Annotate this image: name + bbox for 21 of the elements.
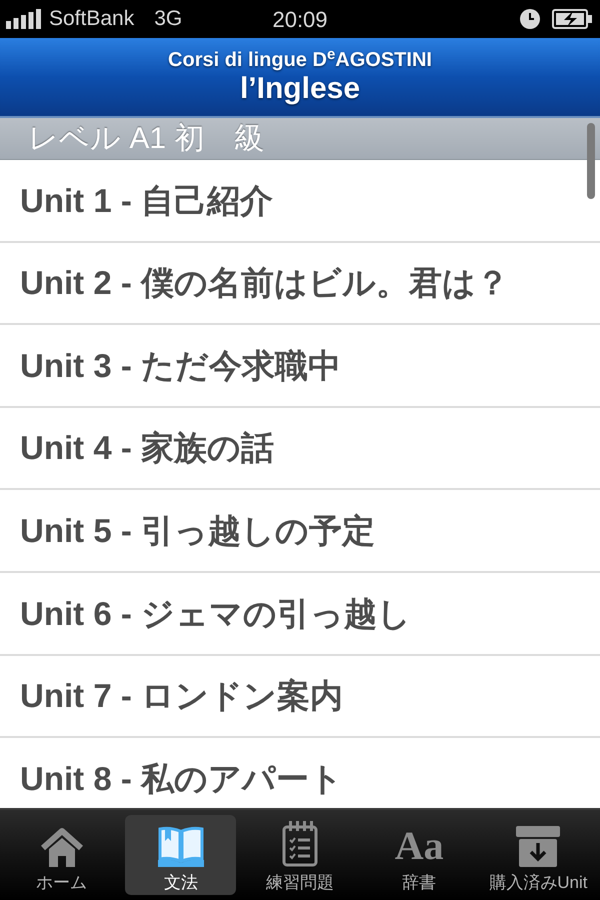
tab-bar-item[interactable]: 購入済みUnit — [482, 815, 594, 895]
status-time: 20:09 — [272, 6, 328, 34]
signal-bars-icon — [6, 9, 44, 29]
network-type: 3G — [154, 6, 182, 32]
tab-bar-item[interactable]: 練習問題 — [244, 815, 356, 895]
tab-bar-item[interactable]: 文法 — [125, 815, 236, 895]
unit-list-item[interactable]: Unit 4 - 家族の話 — [0, 408, 600, 490]
unit-list-item[interactable]: Unit 7 - ロンドン案内 — [0, 656, 600, 738]
unit-list-item[interactable]: Unit 6 - ジェマの引っ越し — [0, 572, 600, 656]
app-title: l’Inglese — [240, 72, 360, 106]
unit-list-item[interactable]: Unit 5 - 引っ越しの予定 — [0, 490, 600, 573]
brand-line: Corsi di lingue D$^{e}$AGOSTINI — [168, 48, 432, 72]
clock-icon — [520, 9, 540, 29]
carrier-name: SoftBank — [49, 6, 134, 32]
battery-charging-icon — [552, 9, 592, 29]
letters-icon: Aa — [394, 825, 444, 867]
section-title: レベル A1 初 級 — [28, 122, 264, 156]
unit-list-item[interactable]: Unit 2 - 僕の名前はビル。君は？ — [0, 242, 600, 326]
tab-bar-item[interactable]: Aa 辞書 — [364, 815, 475, 895]
tab-bar-item[interactable]: ホーム — [6, 815, 118, 895]
unit-list-item[interactable]: Unit 3 - ただ今求職中 — [0, 325, 600, 408]
